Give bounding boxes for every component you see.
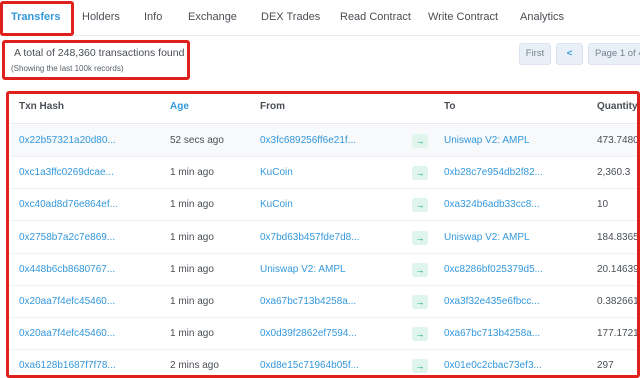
age-cell: 52 secs ago — [170, 135, 224, 146]
right-arrow-icon: → — [412, 262, 428, 277]
table-row: 0xc1a3ffc0269dcae... 1 min ago KuCoin 0xb28… — [10, 157, 640, 190]
tab-dex-trades[interactable]: DEX Trades — [261, 0, 320, 35]
to-address-link[interactable]: 0x01e0c2cbac73ef3... — [444, 350, 542, 378]
to-address-link[interactable]: Uniswap V2: AMPL — [444, 222, 530, 254]
age-cell: 1 min ago — [170, 296, 214, 307]
header-from: From — [260, 101, 285, 112]
tab-info[interactable]: Info — [144, 0, 162, 35]
table-row: 0x20aa7f4efc45460... 1 min ago 0xa67bc713b… — [10, 286, 640, 318]
table-row: 0x2758b7a2c7e869... 1 min ago 0x7bd63b457f… — [10, 222, 640, 254]
txn-hash-link[interactable]: 0x22b57321a20d80... — [19, 125, 116, 157]
age-cell: 2 mins ago — [170, 360, 219, 372]
txn-hash-link[interactable]: 0x20aa7f4efc45460... — [19, 318, 115, 350]
txn-hash-link[interactable]: 0x20aa7f4efc45460... — [19, 286, 115, 318]
table-row: 0xc40ad8d76e864ef... 1 min ago KuCoin 0xa32… — [10, 189, 640, 222]
tab-analytics[interactable]: Analytics — [520, 0, 564, 35]
header-age[interactable]: Age — [170, 90, 189, 124]
to-address-link[interactable]: Uniswap V2: AMPL — [444, 125, 530, 157]
age-cell: 1 min ago — [170, 199, 214, 211]
quantity-cell: 297 — [597, 360, 614, 372]
right-arrow-icon: → — [412, 166, 428, 181]
header-to: To — [444, 101, 456, 112]
txn-hash-link[interactable]: 0x2758b7a2c7e869... — [19, 222, 115, 254]
to-address-link[interactable]: 0xa324b6adb33cc8... — [444, 189, 540, 221]
txn-hash-link[interactable]: 0xc1a3ffc0269dcae... — [19, 157, 114, 189]
table-row: 0x448b6cb8680767... 1 min ago Uniswap V2: … — [10, 254, 640, 286]
transfers-table: Txn Hash Age From To Quantity 0x22b57321… — [10, 90, 640, 378]
right-arrow-icon: → — [412, 230, 428, 245]
tab-bar: Transfers Holders Info Exchange DEX Trad… — [0, 0, 640, 36]
right-arrow-icon: → — [412, 327, 428, 342]
tab-transfers[interactable]: Transfers — [11, 0, 61, 35]
tab-read-contract[interactable]: Read Contract — [340, 0, 411, 35]
to-address-link[interactable]: 0xa3f32e435e6fbcc... — [444, 286, 540, 318]
tab-write-contract[interactable]: Write Contract — [428, 0, 498, 35]
transactions-count: A total of 248,360 transactions found — [14, 47, 185, 59]
from-address-link[interactable]: 0x7bd63b457fde7d8... — [260, 222, 360, 254]
from-address-link[interactable]: KuCoin — [260, 189, 293, 221]
from-address-link[interactable]: Uniswap V2: AMPL — [260, 254, 346, 286]
tab-holders[interactable]: Holders — [82, 0, 120, 35]
page-indicator: Page 1 of 4 — [588, 43, 640, 65]
table-header: Txn Hash Age From To Quantity — [10, 90, 640, 124]
header-quantity: Quantity — [597, 101, 638, 112]
from-address-link[interactable]: 0xa67bc713b4258a... — [260, 286, 356, 318]
from-address-link[interactable]: 0x0d39f2862ef7594... — [260, 318, 357, 350]
header-txn-hash: Txn Hash — [19, 101, 65, 112]
quantity-cell: 2,360.3 — [597, 167, 631, 179]
table-row: 0xa6128b1687f7f78... 2 mins ago 0xd8e15c71… — [10, 350, 640, 378]
right-arrow-icon: → — [412, 359, 428, 374]
txn-hash-link[interactable]: 0xc40ad8d76e864ef... — [19, 189, 118, 221]
from-address-link[interactable]: 0x3fc689256ff6e21f... — [260, 125, 356, 157]
quantity-cell: 184.8365 — [597, 231, 639, 243]
table-row: 0x20aa7f4efc45460... 1 min ago 0x0d39f2862… — [10, 318, 640, 351]
table-row: 0x22b57321a20d80... 52 secs ago 0x3fc68925… — [10, 125, 640, 157]
quantity-cell: 177.1721 — [597, 328, 639, 340]
highlight-box-summary — [2, 40, 190, 80]
quantity-cell: 473.7480 — [597, 135, 639, 146]
to-address-link[interactable]: 0xa67bc713b4258a... — [444, 318, 540, 350]
chevron-left-icon[interactable]: < — [556, 43, 583, 65]
to-address-link[interactable]: 0xb28c7e954db2f82... — [444, 157, 543, 189]
age-cell: 1 min ago — [170, 328, 214, 340]
quantity-cell: 20.14639 — [597, 263, 639, 275]
age-cell: 1 min ago — [170, 263, 214, 275]
from-address-link[interactable]: 0xd8e15c71964b05f... — [260, 350, 359, 378]
quantity-cell: 0.382661 — [597, 296, 639, 307]
right-arrow-icon: → — [412, 295, 428, 309]
quantity-cell: 10 — [597, 199, 609, 211]
records-note: (Showing the last 100k records) — [11, 64, 124, 73]
txn-hash-link[interactable]: 0xa6128b1687f7f78... — [19, 350, 116, 378]
right-arrow-icon: → — [412, 134, 428, 148]
right-arrow-icon: → — [412, 198, 428, 213]
first-page-button[interactable]: First — [519, 43, 551, 65]
from-address-link[interactable]: KuCoin — [260, 157, 293, 189]
age-cell: 1 min ago — [170, 231, 214, 243]
age-cell: 1 min ago — [170, 167, 214, 179]
tab-exchange[interactable]: Exchange — [188, 0, 237, 35]
to-address-link[interactable]: 0xc8286bf025379d5... — [444, 254, 543, 286]
txn-hash-link[interactable]: 0x448b6cb8680767... — [19, 254, 115, 286]
